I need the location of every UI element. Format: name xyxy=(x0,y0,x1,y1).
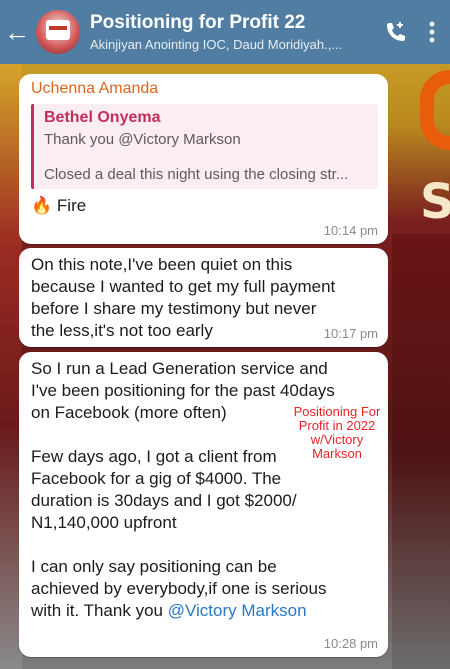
message-line: So I run a Lead Generation service and xyxy=(31,359,328,378)
more-options-icon[interactable] xyxy=(414,0,450,64)
reply-text-line: Thank you @Victory Markson xyxy=(44,131,241,148)
message-text-content: Fire xyxy=(56,196,87,215)
chat-title: Positioning for Profit 22 xyxy=(90,12,306,33)
chat-members: Akinjiyan Anointing IOC, Daud Moridiyah.… xyxy=(90,37,343,52)
watermark-line: w/Victory xyxy=(310,432,364,447)
message-line: with it. Thank you @Victory Markson xyxy=(31,600,376,622)
message-line: duration is 30days and I got $2000/ xyxy=(31,491,297,510)
chat-title-block[interactable]: Positioning for Profit 22 Akinjiyan Anoi… xyxy=(90,12,378,52)
watermark-line: Positioning For xyxy=(293,404,381,419)
message-time: 10:14 pm xyxy=(323,223,378,238)
message-bubble[interactable]: On this note,I've been quiet on this bec… xyxy=(19,248,388,347)
back-arrow-icon[interactable]: ← xyxy=(2,0,32,64)
avatar-image-band xyxy=(49,26,67,30)
message-sender[interactable]: Uchenna Amanda xyxy=(19,74,388,98)
message-text: So I run a Lead Generation service and I… xyxy=(19,352,388,622)
message-line: because I wanted to get my full payment xyxy=(31,277,336,296)
reply-sender: Bethel Onyema xyxy=(44,109,161,126)
message-line: before I share my testimony but never xyxy=(31,299,317,318)
message-time: 10:28 pm xyxy=(323,636,378,651)
message-line: On this note,I've been quiet on this xyxy=(31,255,293,274)
group-avatar[interactable] xyxy=(36,10,80,54)
message-text: 🔥 Fire xyxy=(19,189,388,217)
reply-quote[interactable]: Bethel Onyema Thank you @Victory Markson… xyxy=(31,104,378,189)
wallpaper-letter: S xyxy=(420,174,450,230)
reply-text-line: Closed a deal this night using the closi… xyxy=(44,166,349,183)
message-line: I can only say positioning can be xyxy=(31,557,277,576)
wallpaper-right-strip xyxy=(392,234,450,669)
avatar-image xyxy=(46,20,70,40)
message-line: achieved by everybody,if one is serious xyxy=(31,579,327,598)
watermark-line: Markson xyxy=(312,446,362,461)
fire-emoji-icon: 🔥 xyxy=(31,196,53,215)
message-time: 10:17 pm xyxy=(323,326,378,341)
chat-header: ← Positioning for Profit 22 Akinjiyan An… xyxy=(0,0,450,64)
message-line-text: with it. Thank you xyxy=(31,601,168,620)
message-line: N1,140,000 upfront xyxy=(31,513,177,532)
message-bubble[interactable]: Uchenna Amanda Bethel Onyema Thank you @… xyxy=(19,74,388,244)
call-add-icon[interactable] xyxy=(378,0,414,64)
message-line: Facebook for a gig of $4000. The xyxy=(31,469,282,488)
watermark-text: Positioning For Profit in 2022 w/Victory… xyxy=(287,405,387,461)
message-line: I've been positioning for the past 40day… xyxy=(31,381,335,400)
mention-link[interactable]: @Victory Markson xyxy=(168,601,307,620)
wallpaper-logo-shape xyxy=(420,70,450,150)
watermark-line: Profit in 2022 xyxy=(298,418,376,433)
message-bubble[interactable]: So I run a Lead Generation service and I… xyxy=(19,352,388,657)
